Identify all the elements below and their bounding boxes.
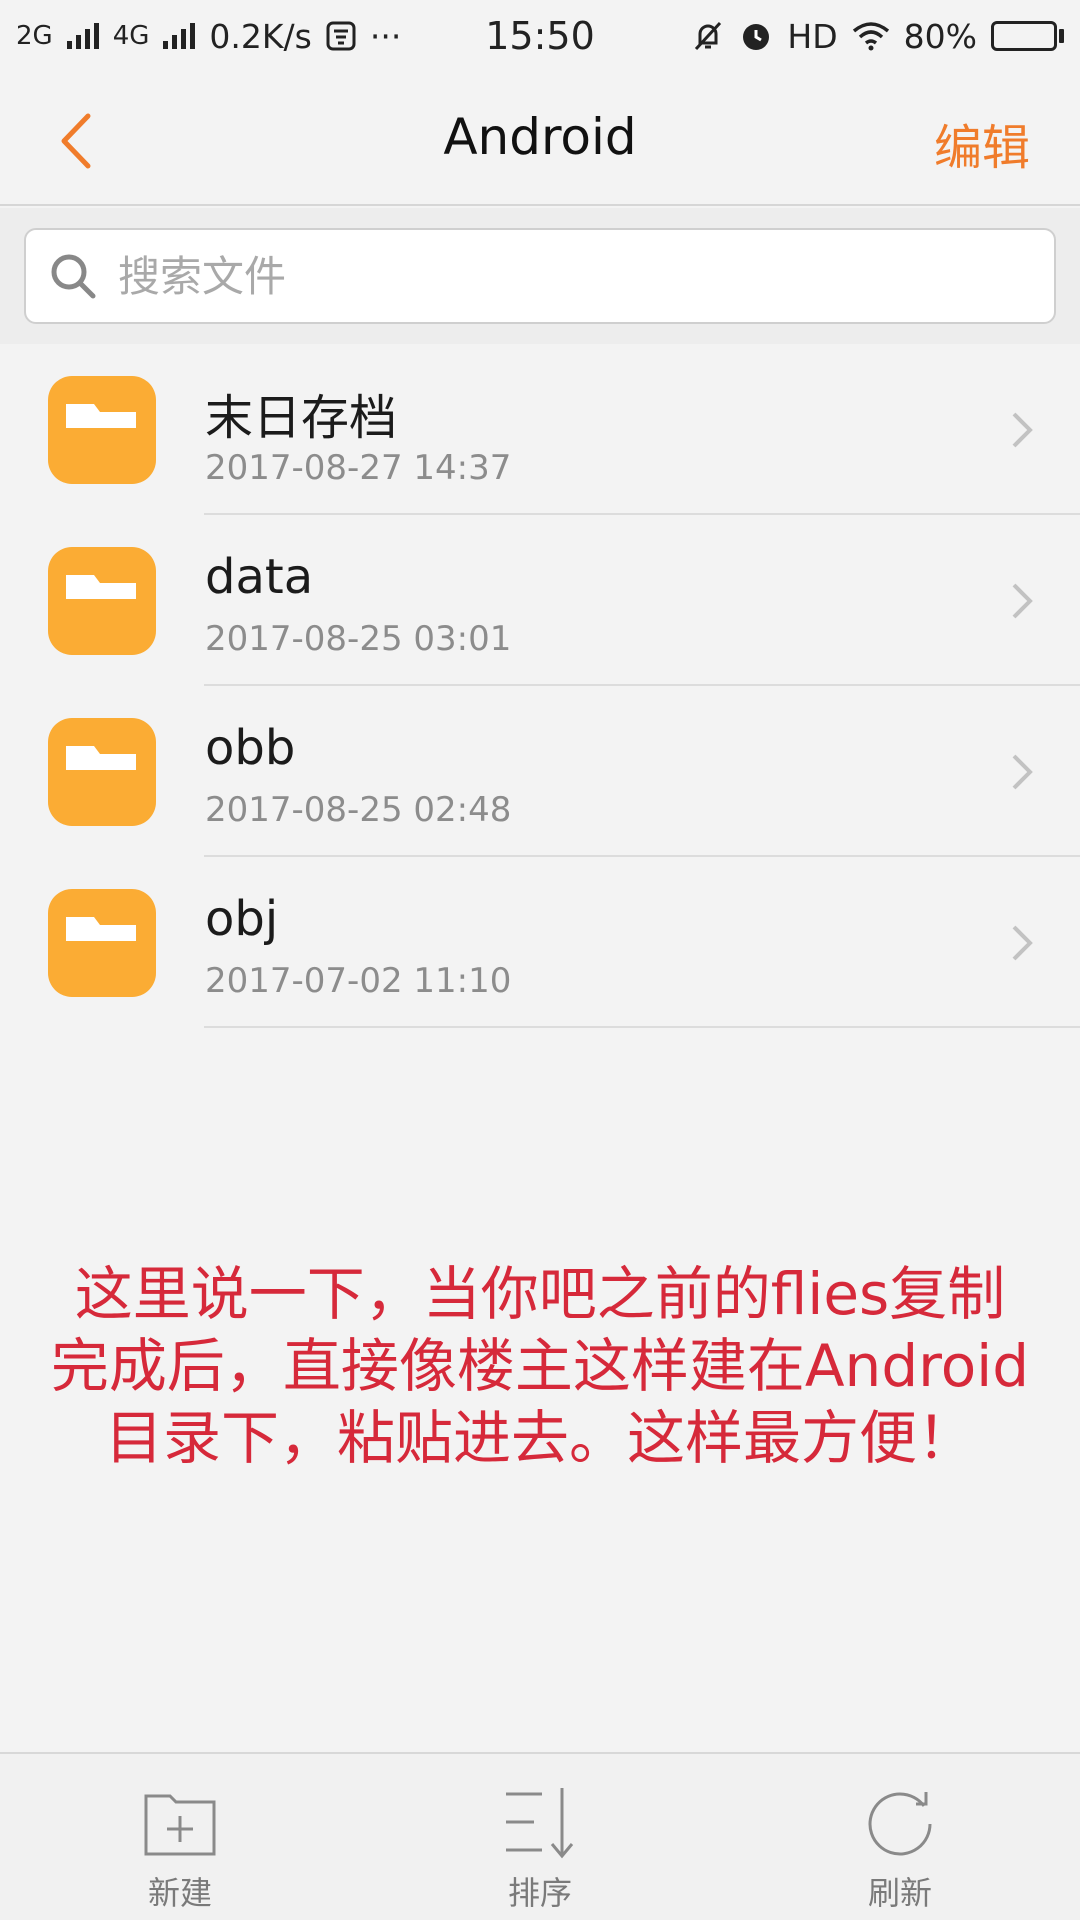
new-folder-icon xyxy=(144,1794,216,1856)
file-date: 2017-08-25 02:48 xyxy=(205,790,512,830)
sort-button[interactable]: 排序 xyxy=(430,1754,650,1920)
status-bar: 2G 4G 0.2K/s ··· 15:50 HD 80% xyxy=(0,0,1080,72)
hd-label: HD xyxy=(787,16,838,56)
chevron-right-icon xyxy=(1012,754,1033,790)
app-notification-icon xyxy=(326,21,356,51)
search-area xyxy=(0,208,1080,344)
annotation-line-3: 目录下，粘贴进去。这样最方便！ xyxy=(104,1404,975,1472)
signal-4g-icon xyxy=(163,23,196,49)
new-label: 新建 xyxy=(147,1874,212,1912)
refresh-icon xyxy=(868,1792,932,1856)
divider xyxy=(204,1026,1080,1028)
list-item[interactable]: data 2017-08-25 03:01 xyxy=(0,515,1080,686)
battery-icon xyxy=(991,21,1064,51)
search-icon xyxy=(51,254,96,299)
search-input[interactable] xyxy=(118,251,1018,301)
status-left: 2G 4G 0.2K/s ··· xyxy=(16,17,401,56)
refresh-button[interactable]: 刷新 xyxy=(790,1754,1010,1920)
file-list: 末日存档 2017-08-27 14:37 data 2017-08-25 03… xyxy=(0,344,1080,1028)
file-name: obb xyxy=(205,720,296,776)
page-title: Android xyxy=(443,108,637,166)
chevron-right-icon xyxy=(1012,925,1033,961)
mute-icon xyxy=(695,21,722,51)
more-dots: ··· xyxy=(369,16,402,56)
annotation-text: 这里说一下，当你吧之前的flies复制 完成后，直接像楼主这样建在Android… xyxy=(0,1258,1080,1474)
file-date: 2017-08-27 14:37 xyxy=(205,448,512,488)
file-manager-screen: 2G 4G 0.2K/s ··· 15:50 HD 80% Android 编辑… xyxy=(0,0,1080,1920)
file-name: 末日存档 xyxy=(205,390,398,446)
list-item[interactable]: 末日存档 2017-08-27 14:37 xyxy=(0,344,1080,515)
folder-icon xyxy=(48,547,156,655)
refresh-label: 刷新 xyxy=(867,1874,932,1912)
sort-label: 排序 xyxy=(507,1874,572,1912)
file-date: 2017-08-25 03:01 xyxy=(205,619,512,659)
file-name: data xyxy=(205,549,314,605)
folder-icon xyxy=(48,376,156,484)
alarm-icon xyxy=(743,24,770,50)
search-box[interactable] xyxy=(24,228,1056,324)
net2-label: 4G xyxy=(112,21,150,51)
chevron-right-icon xyxy=(1012,583,1033,619)
file-date: 2017-07-02 11:10 xyxy=(205,961,512,1001)
list-item[interactable]: obj 2017-07-02 11:10 xyxy=(0,857,1080,1028)
annotation-line-1: 这里说一下，当你吧之前的flies复制 xyxy=(74,1260,1006,1328)
list-item[interactable]: obb 2017-08-25 02:48 xyxy=(0,686,1080,857)
net-speed: 0.2K/s xyxy=(209,16,312,56)
file-name: obj xyxy=(205,891,279,947)
status-right: HD 80% xyxy=(691,17,1064,56)
net1-label: 2G xyxy=(16,21,53,51)
new-button[interactable]: 新建 xyxy=(70,1754,290,1920)
chevron-right-icon xyxy=(1012,412,1033,448)
battery-percent: 80% xyxy=(903,16,977,56)
annotation-line-2: 完成后，直接像楼主这样建在Android xyxy=(50,1332,1030,1400)
nav-bar: Android 编辑 xyxy=(0,72,1080,206)
folder-icon xyxy=(48,718,156,826)
folder-icon xyxy=(48,889,156,997)
signal-2g-icon xyxy=(66,23,99,49)
bottom-toolbar: 新建 排序 刷新 xyxy=(0,1752,1080,1920)
wifi-icon xyxy=(852,22,889,51)
sort-icon xyxy=(506,1788,574,1859)
edit-button[interactable]: 编辑 xyxy=(934,108,1030,178)
